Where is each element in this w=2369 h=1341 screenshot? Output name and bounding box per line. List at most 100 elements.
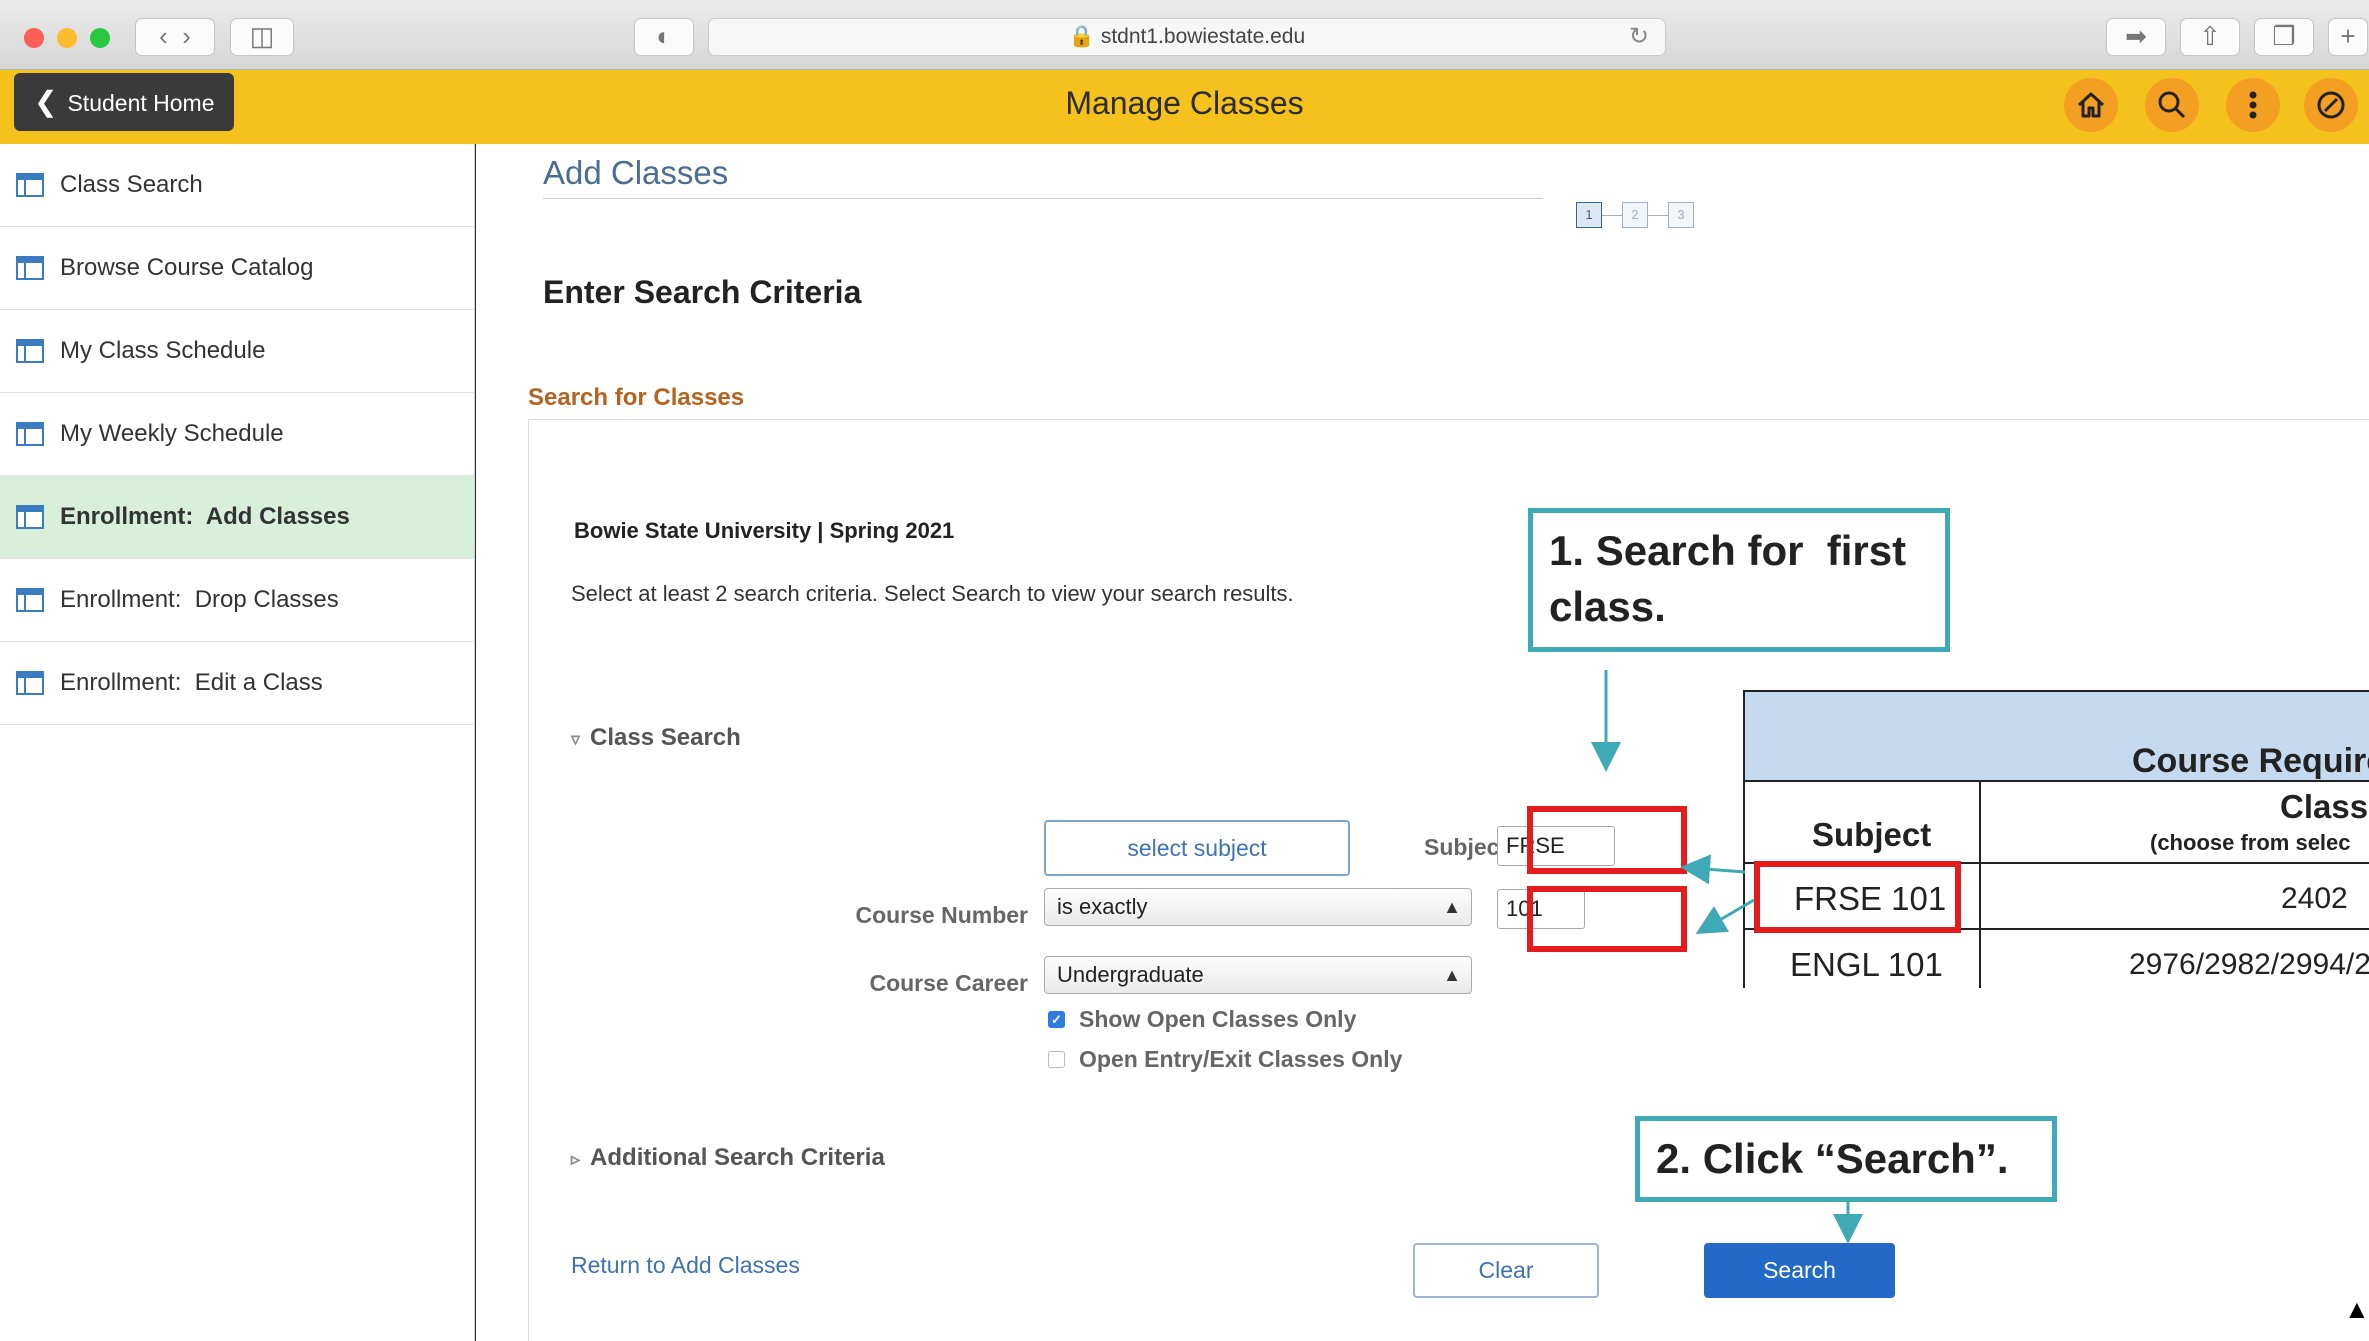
sidebar-toggle-icon[interactable]: ◫	[230, 18, 294, 56]
search-button[interactable]: Search	[1704, 1243, 1895, 1298]
table-title-row: Course Requiren	[1745, 692, 2369, 782]
table-title: Course Requiren	[2132, 742, 2369, 780]
triangle-down-icon: ▿	[571, 729, 581, 749]
sidebar-item-my-weekly-schedule[interactable]: My Weekly Schedule	[0, 393, 474, 476]
home-icon[interactable]	[2064, 78, 2118, 132]
row-2-class: 2976/2982/2994/29	[2129, 948, 2369, 981]
mouse-cursor-icon: ▲	[2344, 1294, 2369, 1324]
select-arrows-icon: ▲	[1443, 965, 1461, 985]
close-window-icon[interactable]	[24, 28, 44, 48]
table-icon	[16, 173, 44, 197]
table-icon	[16, 339, 44, 363]
lock-icon: 🔒	[1068, 25, 1095, 48]
sidebar: Class Search Browse Course Catalog My Cl…	[0, 144, 475, 1341]
table-icon	[16, 588, 44, 612]
clear-button[interactable]: Clear	[1413, 1243, 1599, 1298]
share-icon[interactable]: ⇧	[2180, 18, 2240, 56]
address-bar[interactable]: 🔒 stdnt1.bowiestate.edu ↻	[708, 18, 1666, 56]
course-number-operator-value: is exactly	[1057, 894, 1148, 919]
step-1: 1	[1576, 202, 1602, 228]
column-divider	[1979, 782, 1981, 988]
sidebar-item-label: Enrollment: Drop Classes	[60, 586, 339, 613]
table-icon	[16, 671, 44, 695]
row-2-subject: ENGL 101	[1790, 946, 1943, 983]
course-career-value: Undergraduate	[1057, 962, 1204, 987]
row-1-class: 2402	[2281, 882, 2348, 915]
step-2: 2	[1622, 202, 1648, 228]
col-header-class-sub: (choose from selec	[2150, 830, 2351, 855]
open-entry-exit-label: Open Entry/Exit Classes Only	[1079, 1046, 1403, 1072]
new-tab-icon[interactable]: +	[2328, 18, 2368, 56]
tabs-overview-icon[interactable]: ❐	[2254, 18, 2314, 56]
enter-search-criteria-heading: Enter Search Criteria	[543, 274, 862, 310]
sidebar-item-enrollment-edit-a-class[interactable]: Enrollment: Edit a Class	[0, 642, 474, 725]
class-search-header: Class Search	[590, 724, 741, 751]
app-header: ❮ Student Home Manage Classes	[0, 70, 2369, 144]
back-forward-buttons[interactable]: ‹ ›	[135, 18, 215, 56]
table-icon	[16, 256, 44, 280]
show-open-classes-label: Show Open Classes Only	[1079, 1006, 1357, 1032]
callout-step-1: 1. Search for first class.	[1528, 508, 1950, 652]
step-connector	[1648, 214, 1668, 216]
add-classes-title: Add Classes	[543, 154, 729, 191]
additional-criteria-toggle[interactable]: ▹ Additional Search Criteria	[571, 1144, 885, 1172]
more-options-icon[interactable]	[2226, 78, 2280, 132]
highlight-frse-101-box	[1754, 861, 1961, 933]
callout-step-2: 2. Click “Search”.	[1635, 1116, 2057, 1202]
sidebar-item-label: My Weekly Schedule	[60, 420, 284, 447]
navigator-compass-icon[interactable]	[2304, 78, 2358, 132]
institution-term: Bowie State University | Spring 2021	[574, 518, 955, 543]
table-icon	[16, 505, 44, 529]
step-connector	[1602, 214, 1622, 216]
show-open-classes-row[interactable]: ✓ Show Open Classes Only	[1048, 1006, 1356, 1033]
course-career-select[interactable]: Undergraduate ▲	[1044, 956, 1472, 994]
course-number-operator-select[interactable]: is exactly ▲	[1044, 888, 1472, 926]
additional-criteria-label: Additional Search Criteria	[590, 1144, 885, 1171]
class-search-section-toggle[interactable]: ▿ Class Search	[571, 724, 741, 752]
title-divider	[543, 198, 1543, 199]
callout-step-1-line2: class.	[1549, 583, 1666, 630]
course-requirements-table: Course Requiren Subject Class N (choose …	[1743, 690, 2369, 988]
open-entry-exit-checkbox[interactable]	[1048, 1051, 1065, 1068]
sidebar-item-enrollment-add-classes[interactable]: Enrollment: Add Classes	[0, 476, 474, 559]
sidebar-item-browse-course-catalog[interactable]: Browse Course Catalog	[0, 227, 474, 310]
sidebar-item-label: Enrollment: Edit a Class	[60, 669, 323, 696]
step-indicator: 1 2 3	[1576, 202, 1694, 228]
open-entry-exit-row[interactable]: Open Entry/Exit Classes Only	[1048, 1046, 1402, 1073]
callout-step-1-line1: 1. Search for first	[1549, 527, 1907, 574]
highlight-subject-box	[1527, 806, 1687, 874]
sidebar-item-my-class-schedule[interactable]: My Class Schedule	[0, 310, 474, 393]
sidebar-item-class-search[interactable]: Class Search	[0, 144, 474, 227]
chevron-left-icon[interactable]: ‹	[159, 21, 168, 51]
sidebar-item-label: Enrollment: Add Classes	[60, 503, 350, 530]
privacy-shield-icon[interactable]: ◐	[634, 18, 694, 56]
table-icon	[16, 422, 44, 446]
step-3: 3	[1668, 202, 1694, 228]
course-career-label: Course Career	[869, 970, 1028, 996]
sidebar-item-enrollment-drop-classes[interactable]: Enrollment: Drop Classes	[0, 559, 474, 642]
download-icon[interactable]: ➡	[2106, 18, 2166, 56]
sidebar-item-label: Browse Course Catalog	[60, 254, 314, 281]
subject-label: Subject	[1424, 834, 1508, 860]
show-open-classes-checkbox[interactable]: ✓	[1048, 1011, 1065, 1028]
zoom-window-icon[interactable]	[90, 28, 110, 48]
chevron-right-icon[interactable]: ›	[182, 21, 191, 51]
select-arrows-icon: ▲	[1443, 897, 1461, 917]
search-icon[interactable]	[2145, 78, 2199, 132]
browser-chrome: ‹ › ◫ ◐ 🔒 stdnt1.bowiestate.edu ↻ ➡ ⇧ ❐ …	[0, 0, 2369, 70]
reload-icon[interactable]: ↻	[1629, 19, 1649, 55]
course-number-label: Course Number	[855, 902, 1028, 928]
sidebar-item-label: My Class Schedule	[60, 337, 266, 364]
search-for-classes-label: Search for Classes	[528, 384, 745, 411]
col-header-class: Class N	[2280, 788, 2369, 825]
url-text: stdnt1.bowiestate.edu	[1100, 25, 1306, 48]
page-title: Manage Classes	[1065, 85, 1304, 121]
triangle-right-icon: ▹	[571, 1149, 581, 1169]
instructions-text: Select at least 2 search criteria. Selec…	[571, 581, 1294, 606]
col-header-subject: Subject	[1812, 816, 1932, 853]
select-subject-button[interactable]: select subject	[1044, 820, 1350, 876]
minimize-window-icon[interactable]	[57, 28, 77, 48]
return-to-add-classes-link[interactable]: Return to Add Classes	[571, 1252, 800, 1279]
highlight-course-number-box	[1527, 886, 1687, 952]
sidebar-item-label: Class Search	[60, 171, 203, 198]
